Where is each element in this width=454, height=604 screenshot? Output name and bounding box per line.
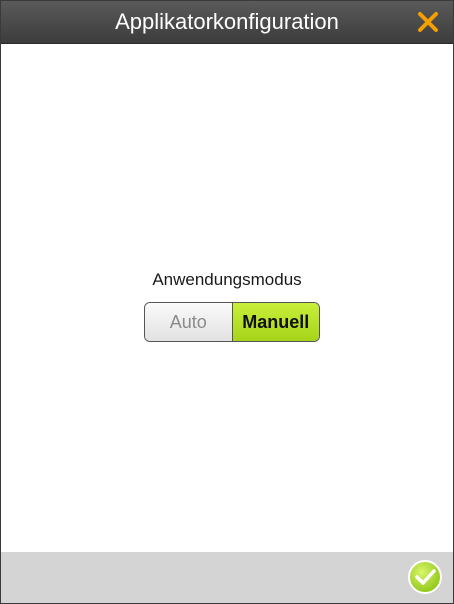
window-title: Applikatorkonfiguration — [115, 9, 339, 34]
mode-toggle: Auto Manuell — [144, 302, 320, 342]
footer-bar — [1, 552, 453, 603]
mode-label: Anwendungsmodus — [152, 270, 302, 289]
confirm-button[interactable] — [407, 559, 443, 595]
close-button[interactable] — [415, 9, 441, 35]
applicator-config-window: Applikatorkonfiguration Anwendungsmodus … — [0, 0, 454, 604]
close-icon — [418, 12, 438, 32]
mode-option-manual[interactable]: Manuell — [232, 303, 319, 341]
mode-option-auto[interactable]: Auto — [145, 303, 233, 341]
check-circle-icon — [408, 560, 442, 594]
content-area: Anwendungsmodus Auto Manuell — [1, 44, 453, 552]
title-bar: Applikatorkonfiguration — [1, 1, 453, 44]
